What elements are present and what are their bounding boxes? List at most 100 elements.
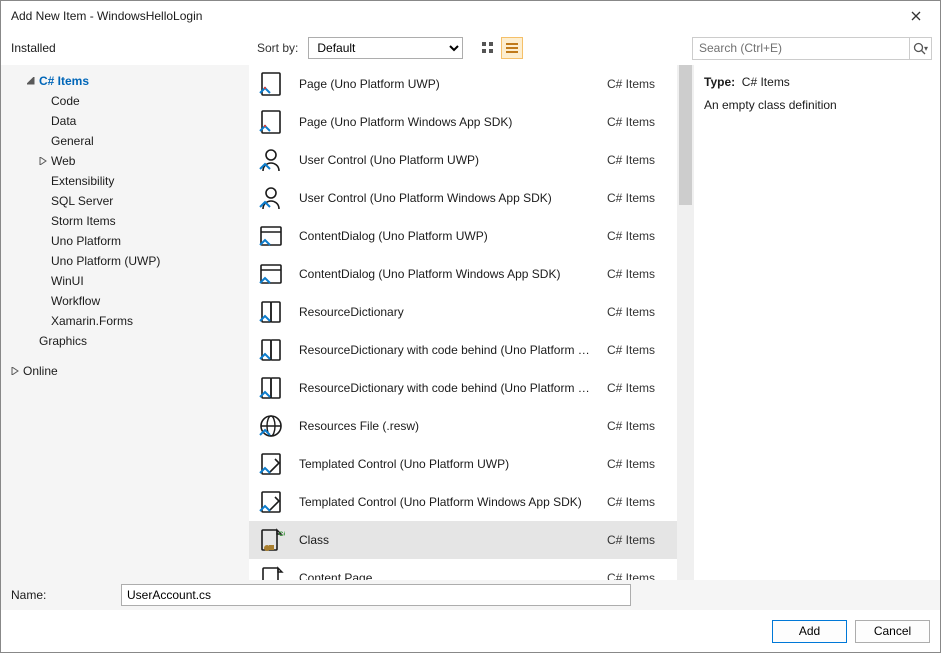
tree-node[interactable]: WinUI xyxy=(1,271,249,291)
installed-node[interactable]: Installed xyxy=(11,41,56,55)
sort-label: Sort by: xyxy=(257,41,298,55)
info-description: An empty class definition xyxy=(704,96,930,115)
tctrl-icon xyxy=(257,488,285,516)
list-icon xyxy=(505,41,519,55)
template-name: Page (Uno Platform UWP) xyxy=(299,77,593,91)
uctrl-icon xyxy=(257,146,285,174)
title-bar: Add New Item - WindowsHelloLogin xyxy=(1,1,940,31)
template-item[interactable]: Templated Control (Uno Platform Windows … xyxy=(249,483,677,521)
template-list[interactable]: Page (Uno Platform UWP)C# ItemsPage (Uno… xyxy=(249,65,677,580)
tree-label: Storm Items xyxy=(51,214,116,228)
name-row: Name: xyxy=(1,580,940,610)
main-area: C# Items CodeData General Web Extensibility… xyxy=(1,65,940,580)
tree-node[interactable]: Uno Platform xyxy=(1,231,249,251)
info-type-value: C# Items xyxy=(742,75,790,89)
grid-icon xyxy=(481,41,495,55)
category-tree[interactable]: C# Items CodeData General Web Extensibility… xyxy=(1,65,249,580)
page-icon xyxy=(257,70,285,98)
window-title: Add New Item - WindowsHelloLogin xyxy=(11,9,902,23)
template-item[interactable]: User Control (Uno Platform UWP) C# Items xyxy=(249,141,677,179)
tree-node[interactable]: SQL Server xyxy=(1,191,249,211)
tree-label: Workflow xyxy=(51,294,100,308)
template-category: C# Items xyxy=(607,533,667,547)
dialog-icon xyxy=(257,222,285,250)
tree-label: Xamarin.Forms xyxy=(51,314,133,328)
sort-select[interactable]: Default xyxy=(308,37,463,59)
template-category: C# Items xyxy=(607,343,667,357)
template-name: ResourceDictionary with code behind (Uno… xyxy=(299,343,593,357)
close-button[interactable] xyxy=(902,6,930,26)
info-pane: Type: C# Items An empty class definition xyxy=(694,65,940,580)
template-item[interactable]: User Control (Uno Platform Windows App S… xyxy=(249,179,677,217)
search-icon-button[interactable]: ▾ xyxy=(909,38,931,59)
tree-node-csharp-items[interactable]: C# Items xyxy=(1,71,249,91)
tree-node[interactable]: Code xyxy=(1,91,249,111)
class-icon xyxy=(257,526,285,554)
expander-icon[interactable] xyxy=(9,365,21,377)
template-name: User Control (Uno Platform Windows App S… xyxy=(299,191,593,205)
toolbar: Installed Sort by: Default ▾ xyxy=(1,31,940,65)
template-category: C# Items xyxy=(607,229,667,243)
tree-label: SQL Server xyxy=(51,194,113,208)
scrollbar-thumb[interactable] xyxy=(679,65,692,205)
template-category: C# Items xyxy=(607,191,667,205)
tctrl-icon xyxy=(257,450,285,478)
tree-label: C# Items xyxy=(39,74,89,88)
template-category: C# Items xyxy=(607,457,667,471)
tree-node-graphics[interactable]: Graphics xyxy=(1,331,249,351)
template-category: C# Items xyxy=(607,495,667,509)
add-button[interactable]: Add xyxy=(772,620,847,643)
template-item[interactable]: Page (Uno Platform UWP)C# Items xyxy=(249,65,677,103)
template-name: Content Page xyxy=(299,571,593,580)
view-grid-button[interactable] xyxy=(477,37,499,59)
cancel-button[interactable]: Cancel xyxy=(855,620,930,643)
template-item[interactable]: ResourceDictionary C# Items xyxy=(249,293,677,331)
template-category: C# Items xyxy=(607,153,667,167)
tree-node[interactable]: Storm Items xyxy=(1,211,249,231)
template-name: Templated Control (Uno Platform UWP) xyxy=(299,457,593,471)
search-box[interactable]: ▾ xyxy=(692,37,932,60)
info-type-label: Type: xyxy=(704,75,735,89)
cpage-icon xyxy=(257,564,285,580)
template-item[interactable]: ContentDialog (Uno Platform UWP)C# Items xyxy=(249,217,677,255)
template-item[interactable]: Content Page C# Items xyxy=(249,559,677,580)
template-name: User Control (Uno Platform UWP) xyxy=(299,153,593,167)
name-input[interactable] xyxy=(121,584,631,606)
template-item[interactable]: Page (Uno Platform Windows App SDK)C# It… xyxy=(249,103,677,141)
expander-icon[interactable] xyxy=(25,75,37,87)
template-item[interactable]: Resources File (.resw)C# Items xyxy=(249,407,677,445)
tree-node[interactable]: Data xyxy=(1,111,249,131)
template-item[interactable]: ResourceDictionary with code behind (Uno… xyxy=(249,331,677,369)
dict-icon xyxy=(257,336,285,364)
tree-node[interactable]: Uno Platform (UWP) xyxy=(1,251,249,271)
footer: Add Cancel xyxy=(1,610,940,652)
tree-node[interactable]: Web xyxy=(1,151,249,171)
template-item[interactable]: Class C# Items xyxy=(249,521,677,559)
template-name: ResourceDictionary xyxy=(299,305,593,319)
search-input[interactable] xyxy=(693,38,909,59)
tree-node-online[interactable]: Online xyxy=(1,361,249,381)
template-name: ResourceDictionary with code behind (Uno… xyxy=(299,381,593,395)
template-item[interactable]: ContentDialog (Uno Platform Windows App … xyxy=(249,255,677,293)
dialog-icon xyxy=(257,260,285,288)
template-category: C# Items xyxy=(607,571,667,580)
template-category: C# Items xyxy=(607,267,667,281)
template-item[interactable]: ResourceDictionary with code behind (Uno… xyxy=(249,369,677,407)
tree-node[interactable]: Workflow xyxy=(1,291,249,311)
tree-label: WinUI xyxy=(51,274,84,288)
expander-icon[interactable] xyxy=(37,155,49,167)
tree-label: General xyxy=(51,134,94,148)
template-name: ContentDialog (Uno Platform Windows App … xyxy=(299,267,593,281)
template-name: Class xyxy=(299,533,593,547)
tree-node[interactable]: Xamarin.Forms xyxy=(1,311,249,331)
tree-node[interactable]: Extensibility xyxy=(1,171,249,191)
uctrl-icon xyxy=(257,184,285,212)
template-item[interactable]: Templated Control (Uno Platform UWP) C# I… xyxy=(249,445,677,483)
template-name: Templated Control (Uno Platform Windows … xyxy=(299,495,593,509)
tree-node[interactable]: General xyxy=(1,131,249,151)
tree-label: Web xyxy=(51,154,75,168)
template-category: C# Items xyxy=(607,305,667,319)
scrollbar[interactable] xyxy=(677,65,694,580)
view-list-button[interactable] xyxy=(501,37,523,59)
res-icon xyxy=(257,412,285,440)
